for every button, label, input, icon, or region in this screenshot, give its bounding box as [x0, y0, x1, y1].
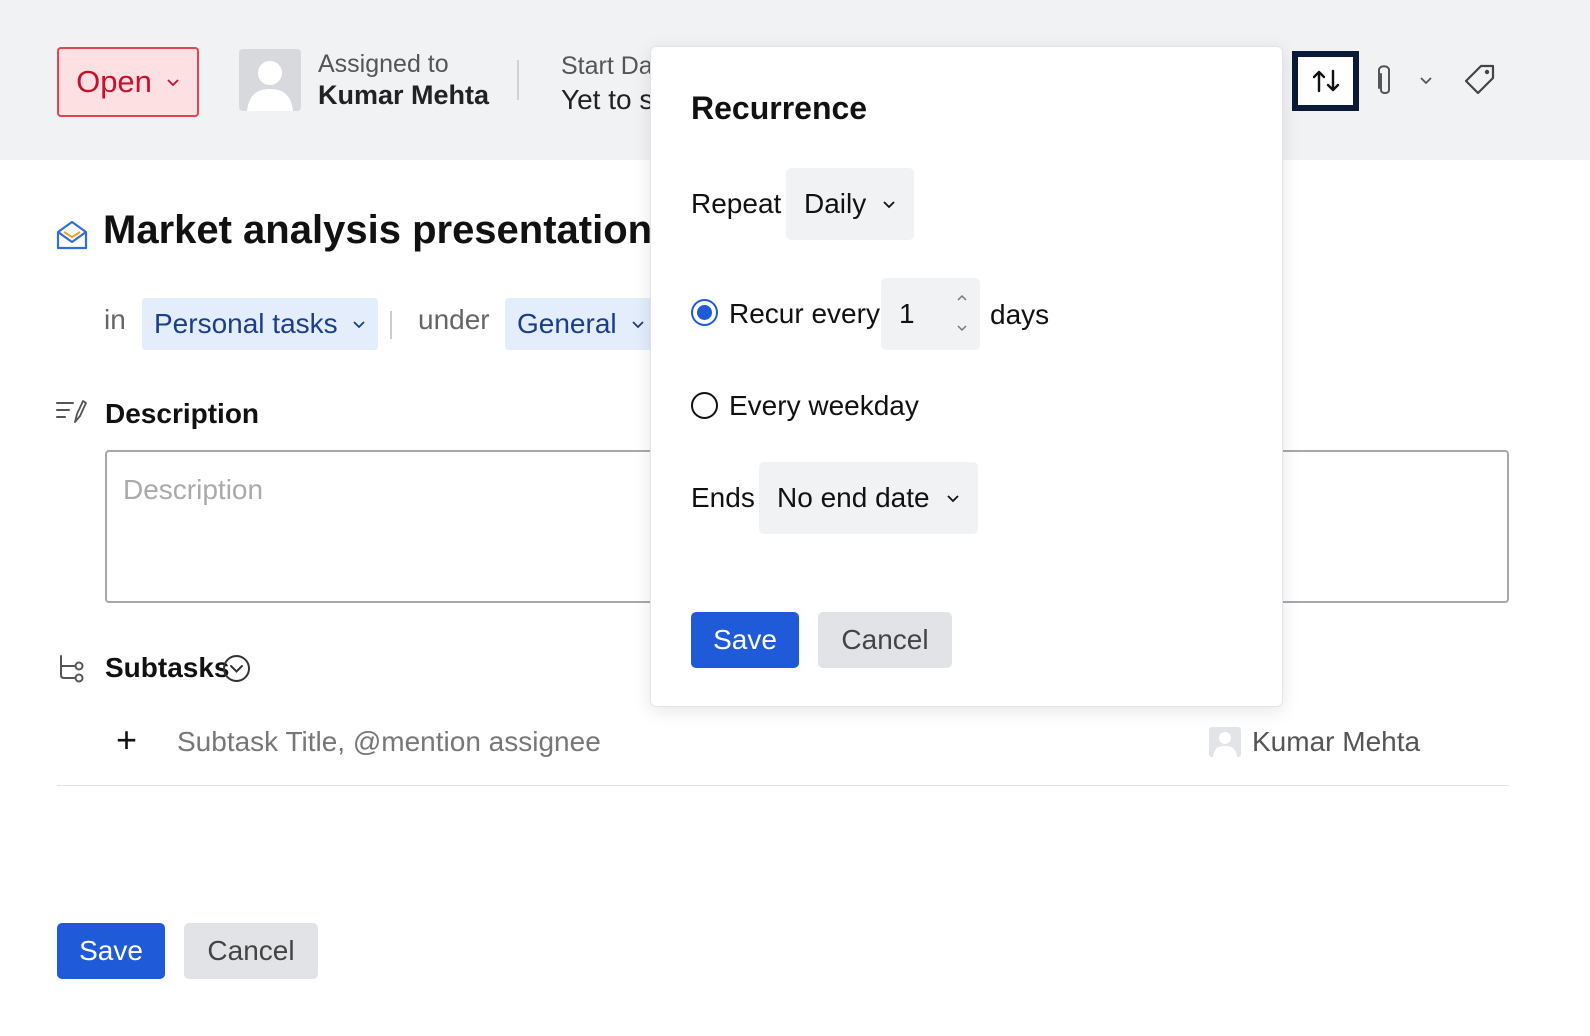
chevron-up-icon[interactable]: [955, 292, 969, 304]
chevron-circle-down-icon[interactable]: [222, 654, 251, 683]
status-dropdown[interactable]: Open: [57, 47, 199, 117]
task-mail-icon: [56, 220, 88, 250]
start-date-label: Start Dat: [561, 52, 660, 80]
chevron-down-icon: [631, 321, 644, 329]
recur-every-stepper[interactable]: 1: [881, 278, 980, 350]
assigned-to-label: Assigned to: [318, 50, 449, 78]
recurrence-save-button[interactable]: Save: [691, 612, 799, 668]
subtask-title-input[interactable]: [177, 720, 1177, 764]
recur-every-unit: days: [990, 299, 1050, 330]
under-label: under: [418, 304, 490, 335]
chevron-down-icon: [353, 321, 365, 329]
tag-icon: [1464, 64, 1495, 95]
ends-select[interactable]: No end date: [759, 462, 978, 534]
assignee-avatar[interactable]: [239, 49, 301, 111]
cancel-button[interactable]: Cancel: [184, 923, 318, 979]
divider: [390, 311, 392, 339]
start-date-value[interactable]: Yet to s: [561, 84, 653, 116]
ends-value: No end date: [777, 482, 930, 513]
subtasks-icon: [60, 655, 84, 683]
subtask-assignee-avatar: [1209, 727, 1241, 757]
attachment-dropdown[interactable]: [1416, 72, 1436, 90]
status-label: Open: [76, 64, 152, 99]
chevron-down-icon: [167, 79, 179, 87]
subtasks-heading: Subtasks: [105, 652, 230, 683]
add-subtask-button[interactable]: +: [116, 722, 137, 758]
section-dropdown[interactable]: General: [505, 298, 657, 350]
user-placeholder-icon: [247, 61, 293, 111]
user-placeholder-icon: [1213, 732, 1237, 757]
chevron-down-icon: [946, 495, 959, 503]
list-dropdown[interactable]: Personal tasks: [142, 298, 378, 350]
task-title[interactable]: Market analysis presentation: [103, 208, 652, 253]
attachment-button[interactable]: [1370, 62, 1400, 100]
recurrence-button[interactable]: [1292, 51, 1359, 111]
repeat-value: Daily: [804, 188, 867, 219]
assignee-name[interactable]: Kumar Mehta: [318, 80, 489, 111]
divider: [57, 785, 1509, 786]
recurrence-icon: [1312, 69, 1339, 93]
recurrence-popover: Recurrence Repeat Daily Recur every 1 da…: [650, 46, 1283, 707]
chevron-down-icon: [1420, 77, 1432, 85]
repeat-select[interactable]: Daily: [786, 168, 915, 240]
save-button[interactable]: Save: [57, 923, 165, 979]
recur-every-value[interactable]: 1: [899, 298, 915, 330]
chevron-down-icon: [883, 201, 895, 209]
recur-every-radio[interactable]: [691, 299, 718, 326]
chevron-down-icon[interactable]: [955, 322, 969, 334]
description-icon: [56, 400, 87, 423]
in-label: in: [104, 304, 126, 335]
divider: [517, 60, 519, 100]
subtask-assignee[interactable]: Kumar Mehta: [1252, 726, 1420, 758]
recur-every-label: Recur every: [729, 298, 880, 329]
ends-label: Ends: [691, 482, 755, 513]
paperclip-icon: [1378, 65, 1390, 94]
list-name: Personal tasks: [154, 308, 338, 339]
every-weekday-radio[interactable]: [691, 392, 718, 419]
recurrence-cancel-button[interactable]: Cancel: [818, 612, 952, 668]
description-heading: Description: [105, 398, 260, 429]
tag-button[interactable]: [1462, 62, 1498, 98]
recurrence-title: Recurrence: [691, 90, 868, 126]
every-weekday-label: Every weekday: [729, 390, 919, 421]
repeat-label: Repeat: [691, 188, 782, 219]
section-name: General: [517, 308, 617, 339]
